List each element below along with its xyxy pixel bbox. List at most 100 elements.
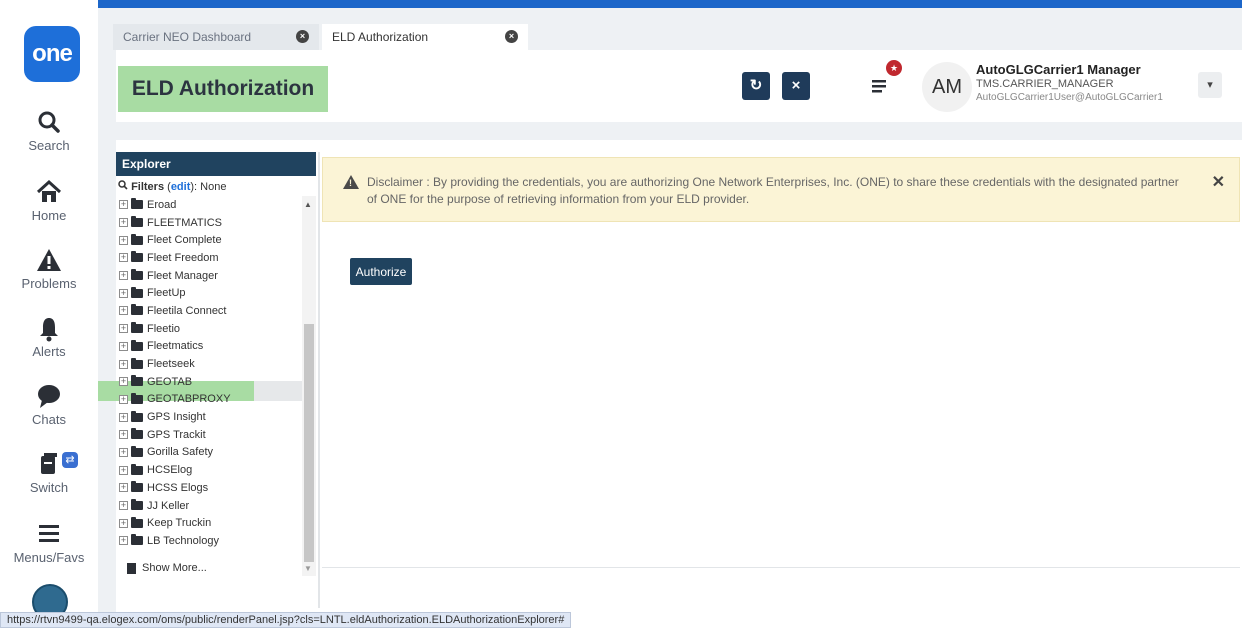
tree-item[interactable]: + FLEETMATICS (116, 214, 302, 232)
folder-icon (131, 304, 143, 316)
tree-item[interactable]: + JJ Keller (116, 497, 302, 515)
folder-icon (131, 375, 143, 387)
panel-splitter[interactable] (318, 152, 320, 608)
refresh-button[interactable]: ↻ (742, 72, 770, 100)
nav-switch[interactable]: ⇄ Switch (0, 450, 98, 495)
user-menu-icon[interactable] (868, 74, 892, 98)
close-icon: × (791, 77, 801, 94)
tree-item[interactable]: + FleetUp (116, 284, 302, 302)
tree-item-label: GEOTABPROXY (147, 393, 231, 406)
filters-edit-link[interactable]: edit (171, 181, 191, 193)
scrollbar-thumb[interactable] (304, 324, 314, 562)
tree-item-label: Fleetseek (147, 358, 195, 371)
left-nav: one Search Home Problems Alerts Chats ⇄ … (0, 0, 98, 628)
expand-icon[interactable]: + (119, 536, 128, 546)
tree-item[interactable]: + Fleetio (116, 320, 302, 338)
tree-item[interactable]: + HCSElog (116, 461, 302, 479)
expand-icon[interactable]: + (119, 288, 128, 298)
tree-item[interactable]: + GEOTABPROXY (116, 391, 302, 409)
expand-icon[interactable]: + (119, 501, 128, 511)
tree-item[interactable]: + Fleetseek (116, 355, 302, 373)
tree-item-label: LB Technology (147, 534, 219, 547)
tab-label: Carrier NEO Dashboard (123, 30, 252, 44)
nav-chats-label: Chats (32, 412, 66, 427)
search-icon (118, 180, 131, 193)
nav-alerts[interactable]: Alerts (0, 314, 98, 359)
tree-item-label: GEOTAB (147, 375, 193, 388)
tab-label: ELD Authorization (332, 30, 429, 44)
folder-icon (131, 481, 143, 493)
app-root: one Search Home Problems Alerts Chats ⇄ … (0, 0, 1242, 628)
close-icon[interactable]: × (505, 30, 518, 43)
expand-icon[interactable]: + (119, 412, 128, 422)
close-icon[interactable]: × (296, 30, 309, 43)
folder-icon (131, 251, 143, 263)
nav-home-label: Home (31, 208, 67, 223)
expand-icon[interactable]: + (119, 324, 128, 334)
tree-item-label: HCSS Elogs (147, 481, 209, 494)
close-icon[interactable]: ✕ (1212, 172, 1225, 192)
tree-item[interactable]: + Fleetila Connect (116, 302, 302, 320)
one-logo[interactable]: one (24, 26, 80, 82)
scroll-up-arrow-icon[interactable]: ▲ (304, 200, 312, 209)
nav-home[interactable]: Home (0, 178, 98, 223)
refresh-icon: ↻ (749, 77, 763, 94)
expand-icon[interactable]: + (119, 253, 128, 263)
tab-carrier-neo-dashboard[interactable]: Carrier NEO Dashboard × (113, 24, 319, 50)
tree-item[interactable]: + Fleetmatics (116, 338, 302, 356)
expand-icon[interactable]: + (119, 218, 128, 228)
nav-chats[interactable]: Chats (0, 382, 98, 427)
filters-label: Filters (131, 181, 165, 193)
tree-item[interactable]: + Fleet Freedom (116, 249, 302, 267)
tree-item-label: Fleet Freedom (147, 251, 219, 264)
expand-icon[interactable]: + (119, 235, 128, 245)
warning-icon (0, 246, 98, 274)
expand-icon[interactable]: + (119, 483, 128, 493)
expand-icon[interactable]: + (119, 306, 128, 316)
close-page-button[interactable]: × (782, 72, 810, 100)
tab-eld-authorization[interactable]: ELD Authorization × (322, 24, 528, 50)
user-avatar[interactable]: AM (922, 62, 972, 112)
folder-icon (131, 198, 143, 210)
expand-icon[interactable]: + (119, 430, 128, 440)
scroll-down-arrow-icon[interactable]: ▼ (304, 564, 312, 573)
tree-item[interactable]: + Fleet Manager (116, 267, 302, 285)
authorize-button[interactable]: Authorize (350, 258, 412, 285)
expand-icon[interactable]: + (119, 377, 128, 387)
warning-icon: ! (343, 175, 359, 189)
nav-search-label: Search (28, 138, 70, 153)
tree-item[interactable]: + LB Technology (116, 532, 302, 550)
folder-icon (131, 463, 143, 475)
expand-icon[interactable]: + (119, 394, 128, 404)
tree-item[interactable]: + GPS Trackit (116, 426, 302, 444)
expand-icon[interactable]: + (119, 200, 128, 210)
tree-item[interactable]: + Eroad (116, 196, 302, 214)
tree-item-label: Fleet Complete (147, 234, 222, 247)
folder-icon (131, 339, 143, 351)
page-title: ELD Authorization (118, 66, 328, 112)
folder-icon (131, 445, 143, 457)
filters-row: Filters (edit): None (118, 180, 226, 193)
tree-item[interactable]: + HCSS Elogs (116, 479, 302, 497)
folder-icon (131, 233, 143, 245)
nav-menus-favs[interactable]: Menus/Favs (0, 520, 98, 565)
folder-icon (131, 392, 143, 404)
expand-icon[interactable]: + (119, 359, 128, 369)
expand-icon[interactable]: + (119, 447, 128, 457)
nav-problems[interactable]: Problems (0, 246, 98, 291)
tree-item[interactable]: + GEOTAB (116, 373, 302, 391)
expand-icon[interactable]: + (119, 341, 128, 351)
tree-item[interactable]: + Keep Truckin (116, 514, 302, 532)
show-more-link[interactable]: Show More... (127, 562, 207, 574)
tree-item-label: FLEETMATICS (147, 216, 222, 229)
nav-search[interactable]: Search (0, 108, 98, 153)
expand-icon[interactable]: + (119, 465, 128, 475)
expand-icon[interactable]: + (119, 271, 128, 281)
tree-item[interactable]: + Gorilla Safety (116, 444, 302, 462)
expand-icon[interactable]: + (119, 518, 128, 528)
top-accent-bar (98, 0, 1242, 8)
tree-item[interactable]: + GPS Insight (116, 408, 302, 426)
tree-item[interactable]: + Fleet Complete (116, 231, 302, 249)
chat-icon (0, 382, 98, 410)
chevron-down-icon[interactable]: ▾ (1198, 72, 1222, 98)
